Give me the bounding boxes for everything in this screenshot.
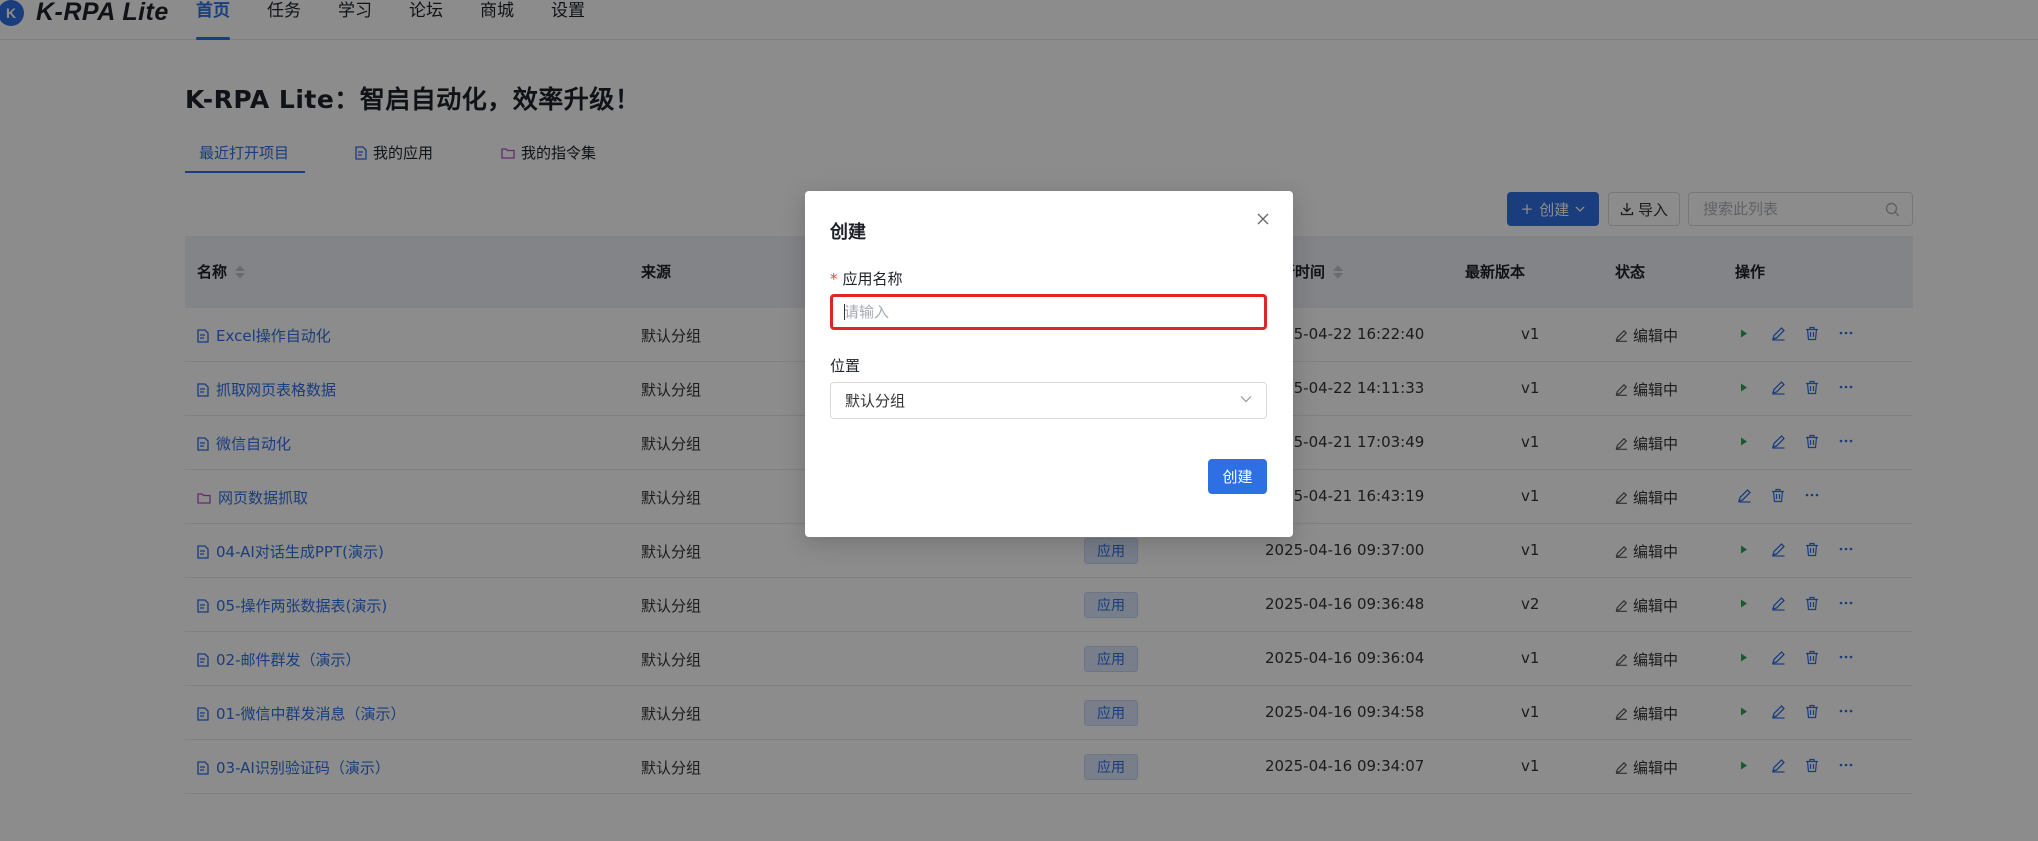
close-icon [1257,213,1269,225]
app-name-input[interactable] [833,297,1264,327]
location-select[interactable]: 默认分组 [830,382,1267,419]
app-name-label: * 应用名称 [830,270,903,288]
text-caret [844,304,845,320]
location-label: 位置 [830,357,861,375]
dialog-title: 创建 [830,222,866,243]
close-button[interactable] [1253,209,1273,229]
chevron-down-icon [1240,396,1252,403]
create-dialog: 创建 *应用名称 位置 默认分组 创建 [805,191,1293,537]
submit-create-button[interactable]: 创建 [1208,459,1267,494]
app-name-field [830,294,1267,330]
